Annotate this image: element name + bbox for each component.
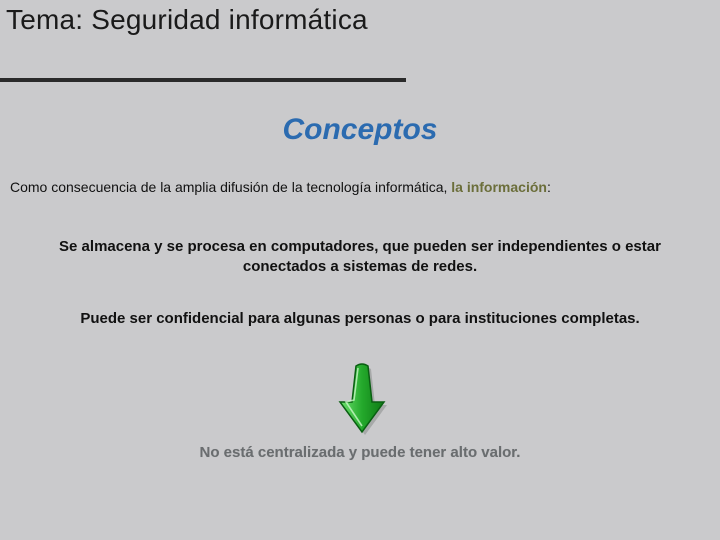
bullet-2: Puede ser confidencial para algunas pers… <box>24 309 696 329</box>
topic-name: Seguridad informática <box>91 4 368 35</box>
slide-heading: Conceptos <box>0 113 720 147</box>
slide: Tema: Seguridad informática Conceptos Co… <box>0 0 720 540</box>
intro-lead: Como consecuencia de la amplia difusión … <box>10 179 451 195</box>
arrow-container <box>0 358 720 436</box>
intro-paragraph: Como consecuencia de la amplia difusión … <box>10 178 708 197</box>
arrow-down-icon <box>330 358 390 436</box>
topic-line: Tema: Seguridad informática <box>6 4 368 36</box>
topic-prefix: Tema: <box>6 4 91 35</box>
intro-emphasis: la información <box>451 179 547 195</box>
bullet-3: No está centralizada y puede tener alto … <box>40 443 680 463</box>
intro-tail: : <box>547 179 551 195</box>
bullet-1: Se almacena y se procesa en computadores… <box>40 237 680 278</box>
horizontal-rule <box>0 78 406 82</box>
